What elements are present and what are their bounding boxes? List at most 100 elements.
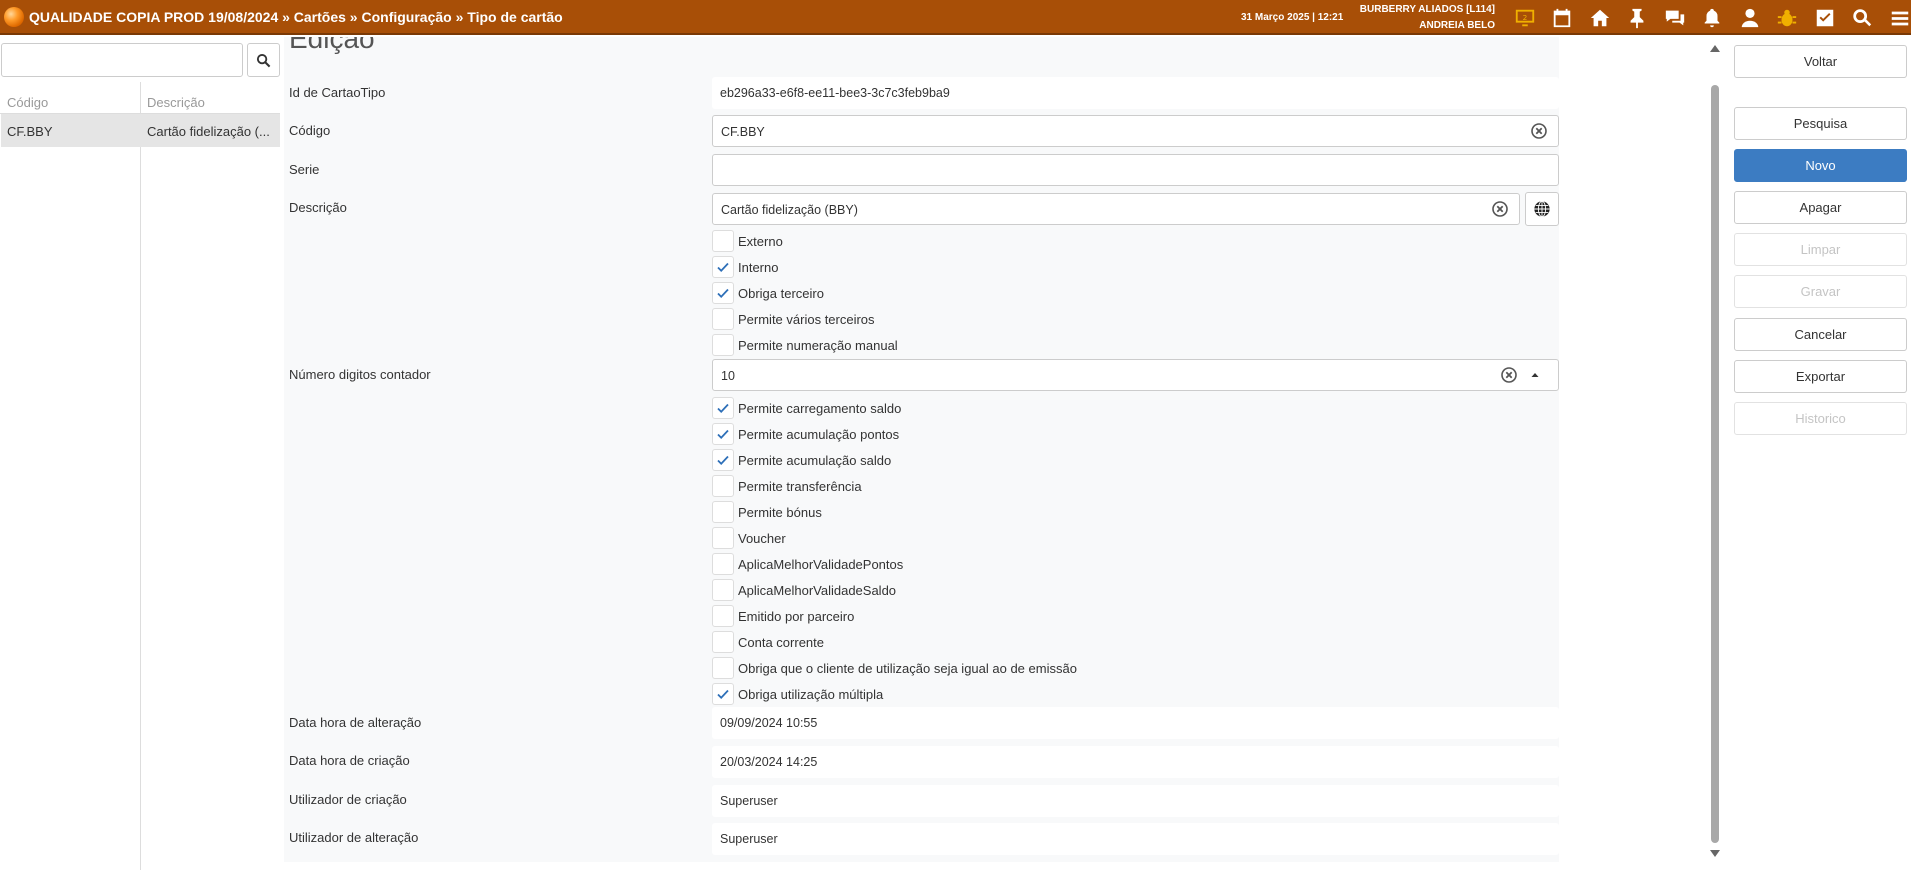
- checkbox-permite-varios-terceiros[interactable]: Permite vários terceiros: [712, 308, 875, 330]
- checkbox-permite-transferencia[interactable]: Permite transferência: [712, 475, 862, 497]
- chat-icon[interactable]: [1656, 0, 1694, 35]
- checkbox-box[interactable]: [712, 501, 734, 523]
- checkbox-box[interactable]: [712, 256, 734, 278]
- edit-form: Edição Id de CartaoTipo eb296a33-e6f8-ee…: [284, 37, 1559, 862]
- gravar-button[interactable]: Gravar: [1734, 275, 1907, 308]
- serie-input[interactable]: [712, 154, 1559, 186]
- codigo-label: Código: [289, 123, 331, 138]
- novo-button[interactable]: Novo: [1734, 149, 1907, 182]
- scroll-down-icon[interactable]: [1709, 849, 1721, 859]
- checkbox-label: Emitido por parceiro: [738, 608, 855, 624]
- checkbox-box[interactable]: [712, 579, 734, 601]
- checkbox-label: Obriga utilização múltipla: [738, 686, 884, 702]
- bell-icon[interactable]: [1694, 0, 1732, 35]
- check-icon: [717, 689, 729, 699]
- checkbox-label: Permite transferência: [738, 478, 862, 494]
- column-divider: [140, 82, 141, 870]
- checkbox-aplica-melhor-validade-saldo[interactable]: AplicaMelhorValidadeSaldo: [712, 579, 896, 601]
- clear-icon[interactable]: [1501, 367, 1517, 383]
- bug-icon[interactable]: [1769, 0, 1807, 35]
- checkbox-box[interactable]: [712, 423, 734, 445]
- left-list-panel: Código Descrição CF.BBY Cartão fidelizaç…: [0, 37, 280, 870]
- checkbox-emitido-por-parceiro[interactable]: Emitido por parceiro: [712, 605, 854, 627]
- id-field: eb296a33-e6f8-ee11-bee3-3c7c3feb9ba9: [712, 77, 1559, 109]
- checkbox-box[interactable]: [712, 527, 734, 549]
- svg-text:2: 2: [1522, 12, 1527, 21]
- checkbox-box[interactable]: [712, 230, 734, 252]
- scroll-up-icon[interactable]: [1709, 43, 1721, 53]
- checkbox-permite-carregamento-saldo[interactable]: Permite carregamento saldo: [712, 397, 901, 419]
- list-search-input[interactable]: [1, 43, 243, 77]
- check-icon: [717, 403, 729, 413]
- menu-icon[interactable]: [1881, 0, 1911, 35]
- checkbox-box[interactable]: [712, 631, 734, 653]
- codigo-input[interactable]: CF.BBY: [712, 115, 1559, 147]
- calendar-icon[interactable]: [1544, 0, 1582, 35]
- criacao-label: Data hora de criação: [289, 753, 410, 768]
- check-icon: [717, 262, 729, 272]
- descricao-input[interactable]: Cartão fidelização (BBY): [712, 193, 1520, 225]
- checkbox-label: Obriga terceiro: [738, 285, 824, 301]
- checkbox-aplica-melhor-validade-pontos[interactable]: AplicaMelhorValidadePontos: [712, 553, 903, 575]
- check-icon: [717, 288, 729, 298]
- apagar-button[interactable]: Apagar: [1734, 191, 1907, 224]
- monitor-icon[interactable]: 2: [1506, 0, 1544, 35]
- digitos-value: 10: [721, 369, 735, 383]
- checkbox-obriga-terceiro[interactable]: Obriga terceiro: [712, 282, 824, 304]
- checkbox-permite-acumulacao-pontos[interactable]: Permite acumulação pontos: [712, 423, 899, 445]
- row-description: Cartão fidelização (...: [147, 124, 270, 139]
- checkbox-label: Externo: [738, 233, 783, 249]
- checkbox-box[interactable]: [712, 449, 734, 471]
- checkbox-conta-corrente[interactable]: Conta corrente: [712, 631, 824, 653]
- historico-button[interactable]: Historico: [1734, 402, 1907, 435]
- checkbox-obriga-cliente-igual[interactable]: Obriga que o cliente de utilização seja …: [712, 657, 1077, 679]
- util-criacao-label: Utilizador de criação: [289, 792, 407, 807]
- translate-button[interactable]: [1525, 192, 1559, 226]
- checkbox-label: Permite numeração manual: [738, 337, 898, 353]
- checkbox-interno[interactable]: Interno: [712, 256, 778, 278]
- checkbox-box[interactable]: [712, 657, 734, 679]
- digitos-input[interactable]: 10: [712, 359, 1559, 391]
- checkbox-label: Permite acumulação pontos: [738, 426, 900, 442]
- id-label: Id de CartaoTipo: [289, 85, 386, 100]
- increment-icon[interactable]: [1528, 368, 1542, 382]
- column-header-description[interactable]: Descrição: [147, 95, 205, 110]
- checkbox-externo[interactable]: Externo: [712, 230, 783, 252]
- checkbox-voucher[interactable]: Voucher: [712, 527, 786, 549]
- checkbox-permite-acumulacao-saldo[interactable]: Permite acumulação saldo: [712, 449, 891, 471]
- checkbox-permite-numeracao-manual[interactable]: Permite numeração manual: [712, 334, 898, 356]
- checkbox-box[interactable]: [712, 308, 734, 330]
- clear-icon[interactable]: [1531, 123, 1547, 139]
- id-value: eb296a33-e6f8-ee11-bee3-3c7c3feb9ba9: [720, 86, 950, 100]
- search-icon[interactable]: [1844, 0, 1882, 35]
- table-row[interactable]: CF.BBY Cartão fidelização (...: [1, 114, 280, 147]
- app-logo[interactable]: [4, 7, 24, 27]
- pesquisa-button[interactable]: Pesquisa: [1734, 107, 1907, 140]
- checkbox-box[interactable]: [712, 334, 734, 356]
- list-search-button[interactable]: [247, 43, 280, 77]
- checkbox-box[interactable]: [712, 475, 734, 497]
- cancelar-button[interactable]: Cancelar: [1734, 318, 1907, 351]
- top-bar: QUALIDADE COPIA PROD 19/08/2024 » Cartõe…: [0, 0, 1911, 35]
- checkbox-permite-bonus[interactable]: Permite bónus: [712, 501, 822, 523]
- checkbox-box[interactable]: [712, 605, 734, 627]
- checkbox-box[interactable]: [712, 397, 734, 419]
- column-header-code[interactable]: Código: [7, 95, 48, 110]
- checkbox-box[interactable]: [712, 282, 734, 304]
- home-icon[interactable]: [1581, 0, 1619, 35]
- checkbox-label: Voucher: [738, 530, 786, 546]
- clear-icon[interactable]: [1492, 201, 1508, 217]
- checkbox-icon[interactable]: [1806, 0, 1844, 35]
- limpar-button[interactable]: Limpar: [1734, 233, 1907, 266]
- voltar-button[interactable]: Voltar: [1734, 45, 1907, 78]
- scrollbar-thumb[interactable]: [1711, 85, 1719, 843]
- exportar-button[interactable]: Exportar: [1734, 360, 1907, 393]
- user-icon[interactable]: [1731, 0, 1769, 35]
- checkbox-box[interactable]: [712, 553, 734, 575]
- checkbox-box[interactable]: [712, 683, 734, 705]
- checkbox-obriga-utilizacao-multipla[interactable]: Obriga utilização múltipla: [712, 683, 883, 705]
- form-scrollbar[interactable]: [1707, 37, 1722, 862]
- check-icon: [717, 455, 729, 465]
- pin-icon[interactable]: [1619, 0, 1657, 35]
- user-info[interactable]: BURBERRY ALIADOS [L114] ANDREIA BELO: [1340, 2, 1495, 34]
